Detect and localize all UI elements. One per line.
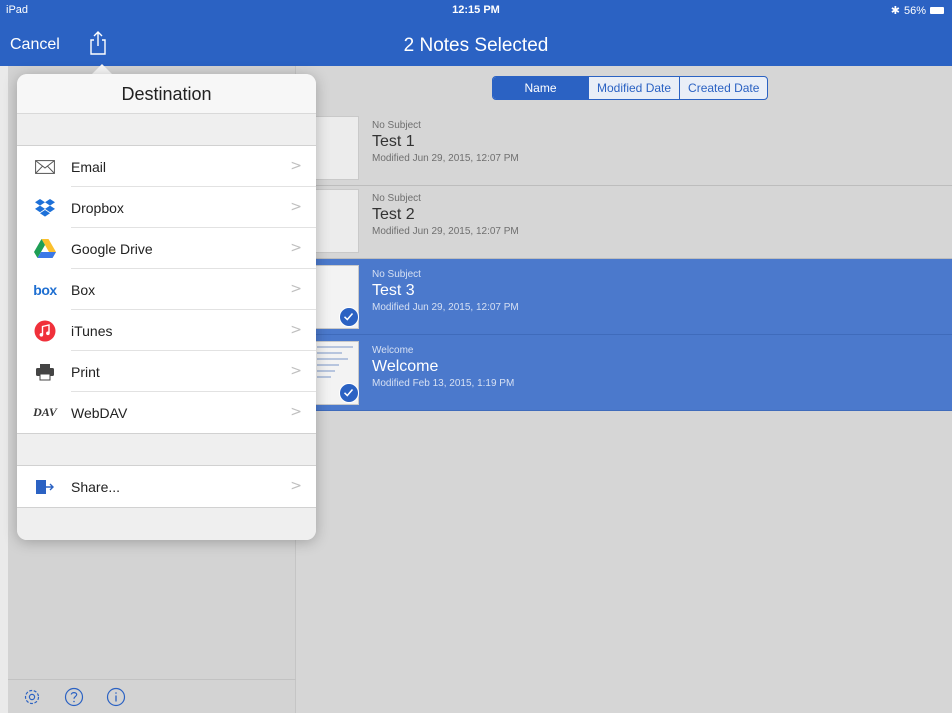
note-title: Test 1 xyxy=(372,133,415,150)
chevron-right-icon: > xyxy=(290,404,302,420)
destination-label: Box xyxy=(71,281,96,298)
note-row[interactable]: No Subject Test 1 Modified Jun 29, 2015,… xyxy=(297,110,952,186)
note-subject: No Subject xyxy=(372,269,421,280)
destination-itunes[interactable]: iTunes > xyxy=(17,310,316,351)
gear-icon[interactable] xyxy=(22,687,42,707)
note-modified: Modified Jun 29, 2015, 12:07 PM xyxy=(372,153,519,164)
chevron-right-icon: > xyxy=(290,363,302,379)
sidebar-toolbar xyxy=(8,679,296,713)
destination-label: WebDAV xyxy=(71,404,128,421)
note-row[interactable]: No Subject Test 2 Modified Jun 29, 2015,… xyxy=(297,183,952,259)
destination-popover: Destination Email > Dropbox > Google Dri… xyxy=(17,74,316,540)
note-title: Welcome xyxy=(372,358,439,375)
popover-arrow xyxy=(92,64,112,74)
note-thumbnail xyxy=(315,189,359,253)
chevron-right-icon: > xyxy=(290,281,302,297)
destination-label: Print xyxy=(71,363,100,380)
popover-title: Destination xyxy=(17,74,316,114)
box-icon: box xyxy=(33,281,57,298)
envelope-icon xyxy=(33,155,57,179)
note-title: Test 2 xyxy=(372,206,415,223)
help-icon[interactable] xyxy=(64,687,84,707)
destination-label: Dropbox xyxy=(71,199,124,216)
bluetooth-icon: ✱ xyxy=(890,5,900,17)
destination-label: Google Drive xyxy=(71,240,153,257)
sort-created-date[interactable]: Created Date xyxy=(679,77,767,99)
destination-label: iTunes xyxy=(71,322,113,339)
destination-webdav[interactable]: DAV WebDAV > xyxy=(17,392,316,433)
sort-name[interactable]: Name xyxy=(493,77,588,99)
page-title: 2 Notes Selected xyxy=(403,35,549,56)
note-modified: Modified Jun 29, 2015, 12:07 PM xyxy=(372,226,519,237)
destination-dropbox[interactable]: Dropbox > xyxy=(17,187,316,228)
share-out-icon xyxy=(33,475,57,499)
checkmark-icon xyxy=(339,383,359,403)
chevron-right-icon: > xyxy=(290,199,302,215)
itunes-icon xyxy=(33,319,57,343)
info-icon[interactable] xyxy=(106,687,126,707)
destination-print[interactable]: Print > xyxy=(17,351,316,392)
status-time: 12:15 PM xyxy=(452,4,500,16)
note-thumbnail xyxy=(315,116,359,180)
sidebar-edge xyxy=(0,66,8,713)
destination-email[interactable]: Email > xyxy=(17,146,316,187)
note-subject: No Subject xyxy=(372,193,421,204)
thumbnail-preview xyxy=(317,346,353,382)
note-subject: No Subject xyxy=(372,120,421,131)
dropbox-icon xyxy=(33,196,57,220)
google-drive-icon xyxy=(33,237,57,261)
webdav-icon: DAV xyxy=(33,405,57,419)
note-row[interactable]: No Subject Test 3 Modified Jun 29, 2015,… xyxy=(297,259,952,335)
note-subject: Welcome xyxy=(372,345,414,356)
share-list: Share... > xyxy=(17,466,316,507)
battery-percent: 56% xyxy=(903,4,926,17)
popover-spacer xyxy=(17,433,316,466)
chevron-right-icon: > xyxy=(290,158,302,174)
popover-footer xyxy=(17,507,316,540)
sort-modified-date[interactable]: Modified Date xyxy=(588,77,679,99)
destination-label: Email xyxy=(71,158,107,175)
status-bar: iPad 12:15 PM ✱ 56% xyxy=(0,0,952,20)
status-right: ✱ 56% xyxy=(891,4,944,17)
note-title: Test 3 xyxy=(372,282,415,299)
chevron-right-icon: > xyxy=(290,478,302,494)
share-label: Share... xyxy=(71,478,121,495)
share-button[interactable]: Share... > xyxy=(17,466,316,507)
battery-icon xyxy=(930,7,944,14)
destination-box[interactable]: box Box > xyxy=(17,269,316,310)
destination-google-drive[interactable]: Google Drive > xyxy=(17,228,316,269)
chevron-right-icon: > xyxy=(290,322,302,338)
chevron-right-icon: > xyxy=(290,240,302,256)
destination-list: Email > Dropbox > Google Drive > box Box… xyxy=(17,146,316,433)
note-modified: Modified Jun 29, 2015, 12:07 PM xyxy=(372,302,519,313)
top-bar: iPad 12:15 PM ✱ 56% Cancel 2 Notes Selec… xyxy=(0,0,952,66)
popover-spacer xyxy=(17,114,316,146)
note-modified: Modified Feb 13, 2015, 1:19 PM xyxy=(372,378,515,389)
printer-icon xyxy=(33,360,57,384)
checkmark-icon xyxy=(339,307,359,327)
sort-control: Name Modified Date Created Date xyxy=(492,76,769,100)
notes-panel: Name Modified Date Created Date No Subje… xyxy=(297,66,952,713)
note-row[interactable]: Welcome Welcome Modified Feb 13, 2015, 1… xyxy=(297,335,952,411)
